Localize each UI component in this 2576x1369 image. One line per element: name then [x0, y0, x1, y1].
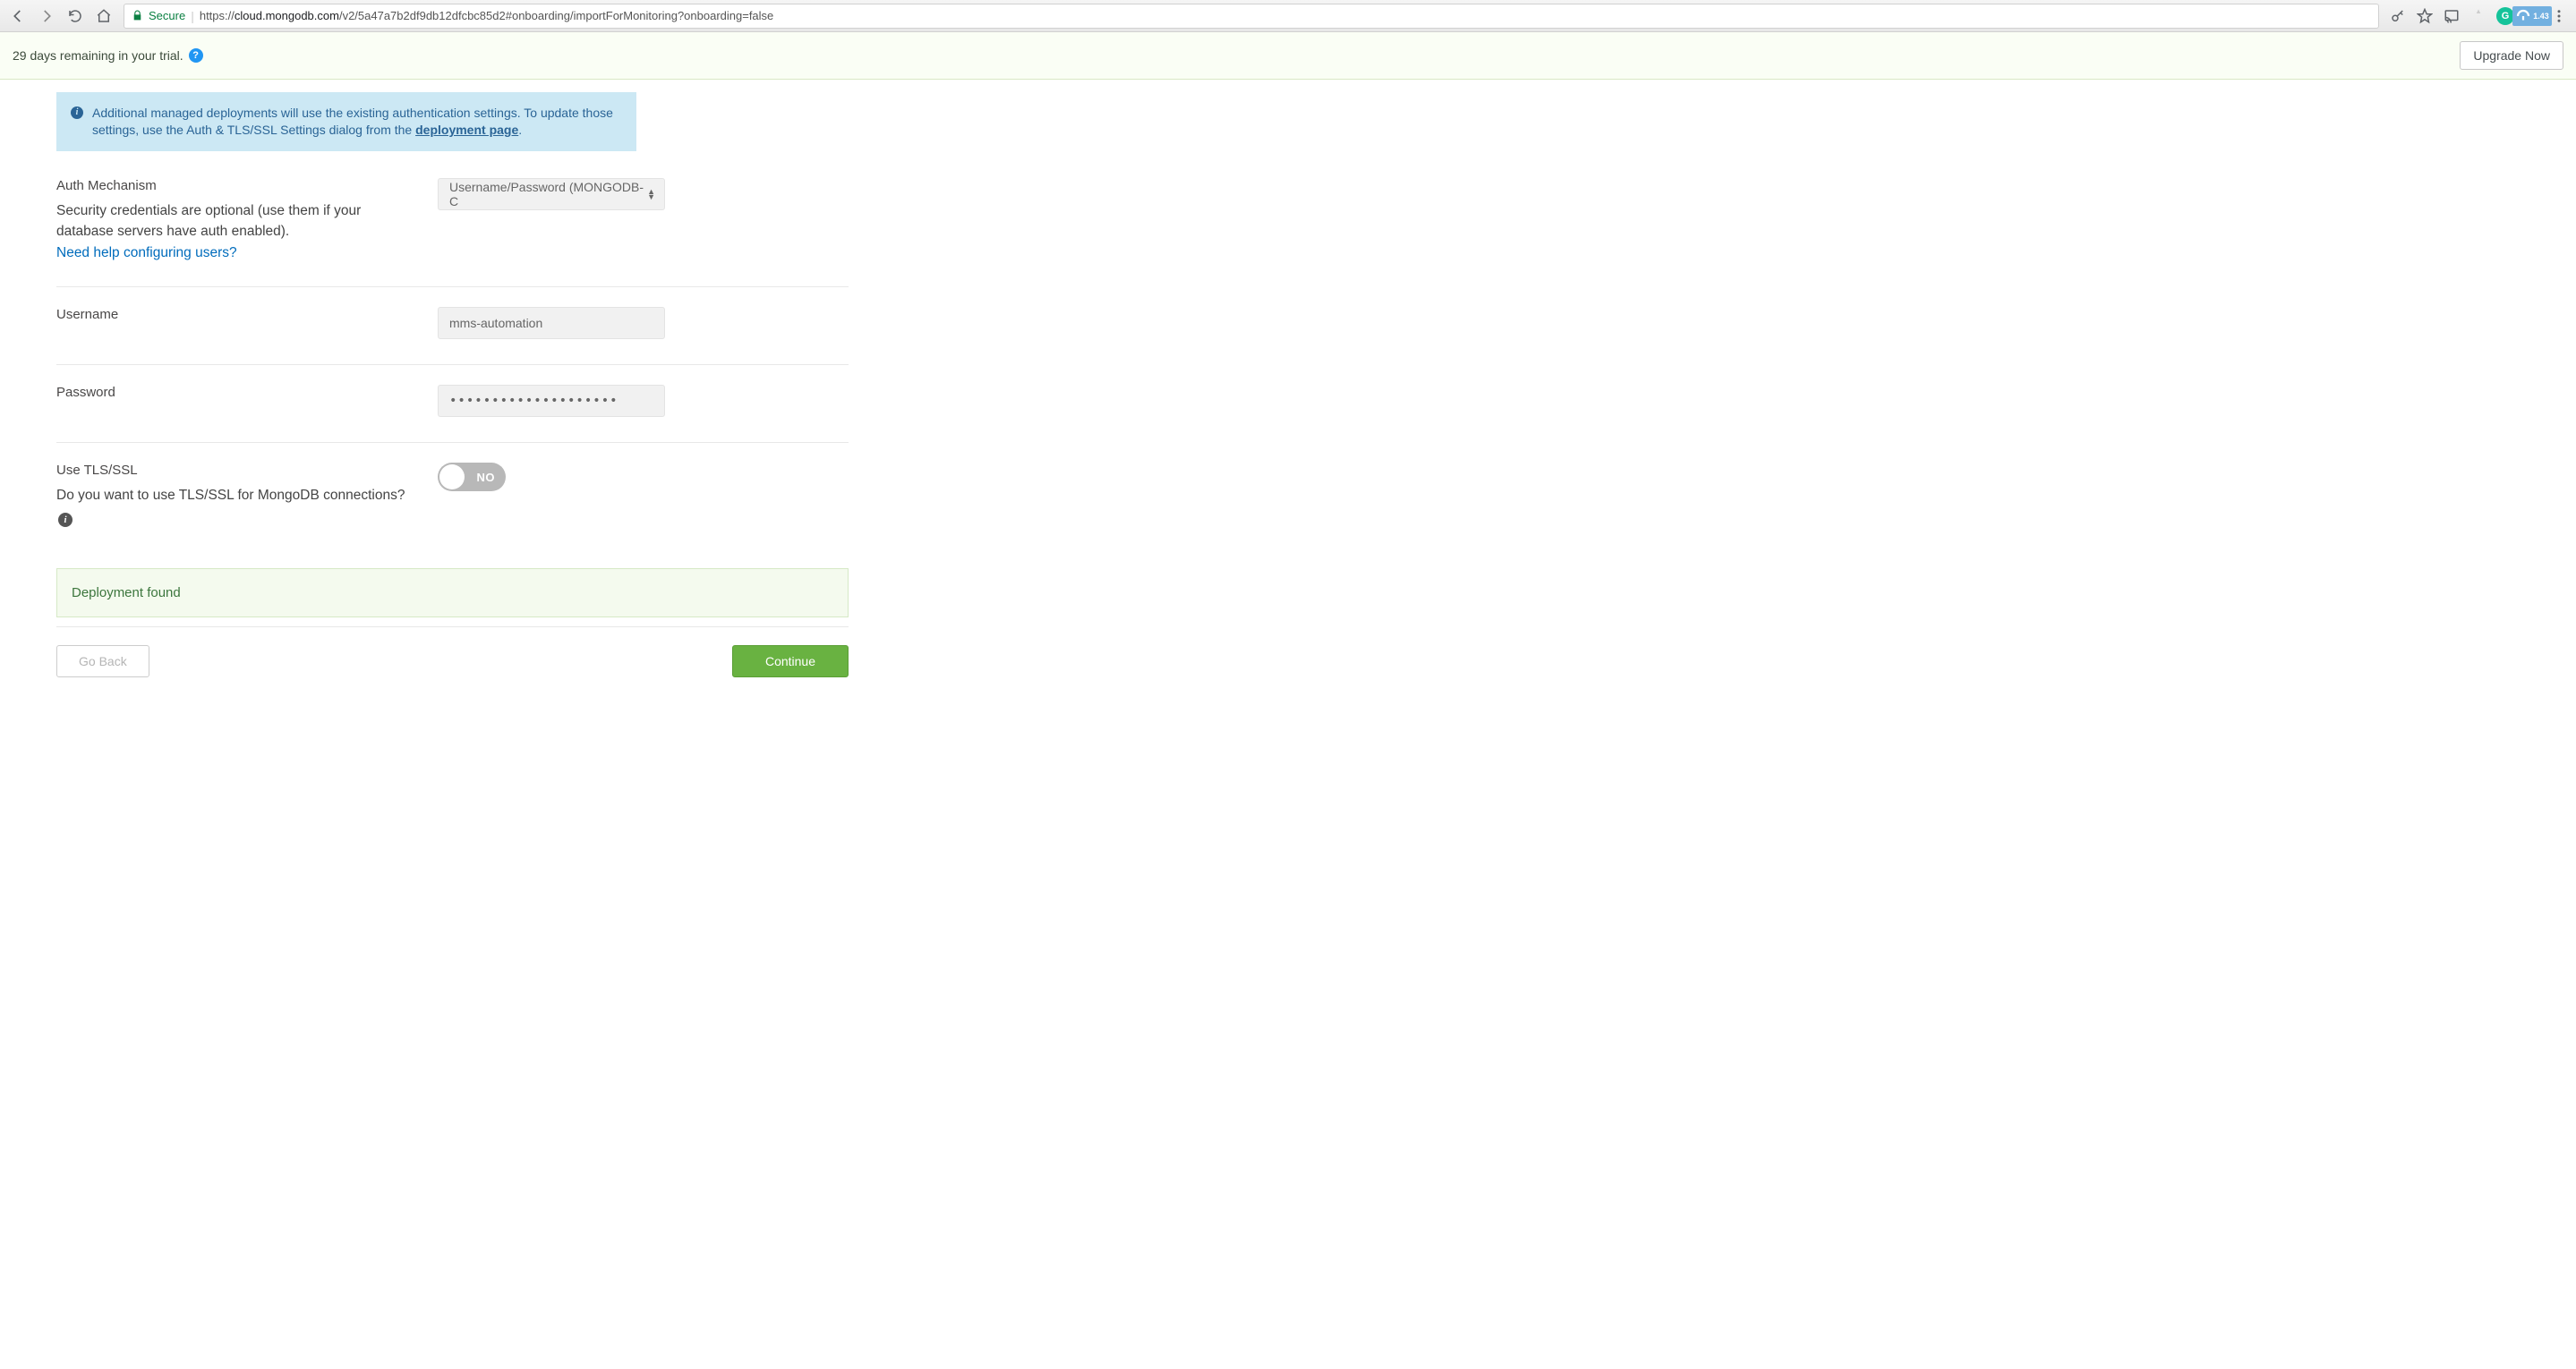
continue-button[interactable]: Continue: [732, 645, 849, 677]
username-input[interactable]: [438, 307, 665, 339]
extension-badge[interactable]: 1.43: [2521, 4, 2544, 28]
cast-icon[interactable]: [2440, 4, 2463, 28]
tls-label: Use TLS/SSL: [56, 463, 411, 478]
username-row: Username: [56, 287, 849, 365]
upgrade-button[interactable]: Upgrade Now: [2460, 41, 2563, 70]
main-content: i Additional managed deployments will us…: [56, 92, 849, 704]
help-icon[interactable]: ?: [189, 48, 203, 63]
url-text: https://cloud.mongodb.com/v2/5a47a7b2df9…: [200, 9, 773, 22]
configure-users-link[interactable]: Need help configuring users?: [56, 245, 237, 261]
forward-button[interactable]: [34, 4, 59, 29]
chevron-updown-icon: ▲▼: [647, 189, 655, 200]
back-button[interactable]: [5, 4, 30, 29]
tls-row: Use TLS/SSL Do you want to use TLS/SSL f…: [56, 443, 849, 552]
reload-button[interactable]: [63, 4, 88, 29]
star-icon[interactable]: [2413, 4, 2436, 28]
key-icon[interactable]: [2386, 4, 2410, 28]
go-back-button[interactable]: Go Back: [56, 645, 149, 677]
info-alert: i Additional managed deployments will us…: [56, 92, 636, 151]
extension-icon[interactable]: [2467, 4, 2490, 28]
auth-mechanism-row: Auth Mechanism Security credentials are …: [56, 151, 849, 288]
success-alert: Deployment found: [56, 568, 849, 617]
auth-mechanism-help: Security credentials are optional (use t…: [56, 200, 411, 242]
trial-message: 29 days remaining in your trial.: [13, 48, 183, 63]
browser-toolbar: Secure | https://cloud.mongodb.com/v2/5a…: [0, 0, 2576, 32]
lock-icon: [132, 10, 143, 21]
home-button[interactable]: [91, 4, 116, 29]
tls-toggle[interactable]: NO: [438, 463, 506, 491]
username-label: Username: [56, 307, 411, 322]
actions-row: Go Back Continue: [56, 626, 849, 704]
deployment-page-link[interactable]: deployment page: [415, 123, 518, 137]
info-icon[interactable]: i: [58, 513, 73, 527]
info-icon: i: [71, 106, 83, 119]
trial-bar: 29 days remaining in your trial. ? Upgra…: [0, 32, 2576, 80]
tls-help: Do you want to use TLS/SSL for MongoDB c…: [56, 485, 411, 527]
menu-icon[interactable]: [2547, 4, 2571, 28]
toggle-state: NO: [477, 471, 496, 484]
auth-mechanism-select[interactable]: Username/Password (MONGODB-C ▲▼: [438, 178, 665, 210]
url-bar[interactable]: Secure | https://cloud.mongodb.com/v2/5a…: [124, 4, 2379, 29]
password-label: Password: [56, 385, 411, 400]
toggle-knob: [439, 464, 465, 489]
auth-mechanism-label: Auth Mechanism: [56, 178, 411, 193]
password-row: Password: [56, 365, 849, 443]
password-input[interactable]: [438, 385, 665, 417]
secure-label: Secure: [149, 9, 185, 22]
